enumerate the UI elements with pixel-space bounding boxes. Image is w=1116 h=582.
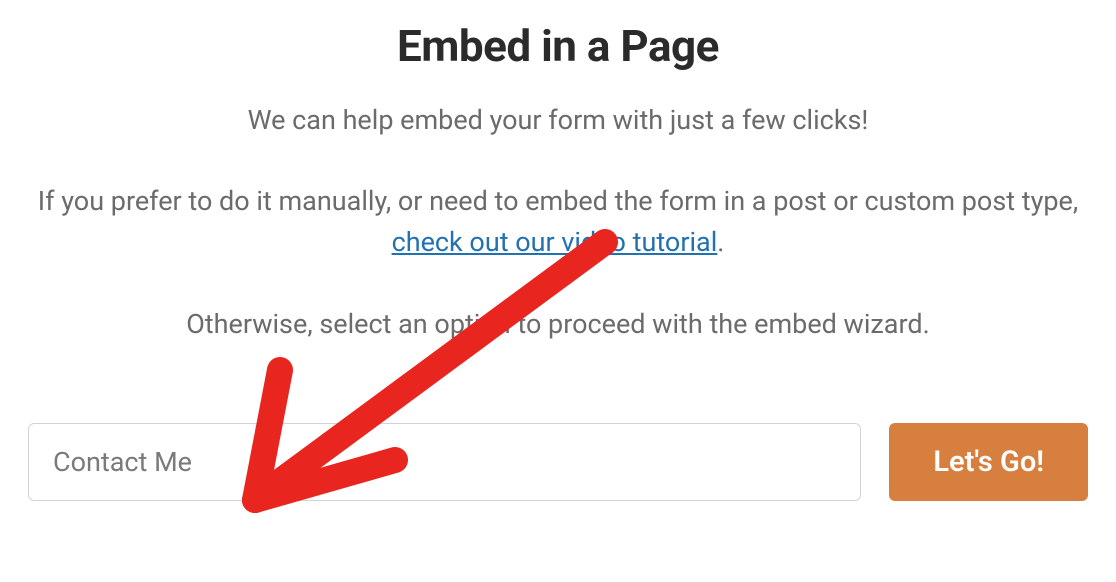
lets-go-button[interactable]: Let's Go! bbox=[889, 423, 1088, 501]
embed-form-row: Contact Me Let's Go! bbox=[28, 423, 1088, 501]
page-select-dropdown[interactable]: Contact Me bbox=[28, 423, 861, 501]
description-suffix: . bbox=[717, 226, 724, 258]
modal-subtitle: We can help embed your form with just a … bbox=[28, 100, 1088, 141]
description-prefix: If you prefer to do it manually, or need… bbox=[38, 185, 1078, 217]
modal-title: Embed in a Page bbox=[28, 20, 1088, 72]
modal-description: If you prefer to do it manually, or need… bbox=[28, 181, 1088, 265]
modal-instruction: Otherwise, select an option to proceed w… bbox=[28, 304, 1088, 345]
video-tutorial-link[interactable]: check out our video tutorial bbox=[392, 226, 718, 258]
